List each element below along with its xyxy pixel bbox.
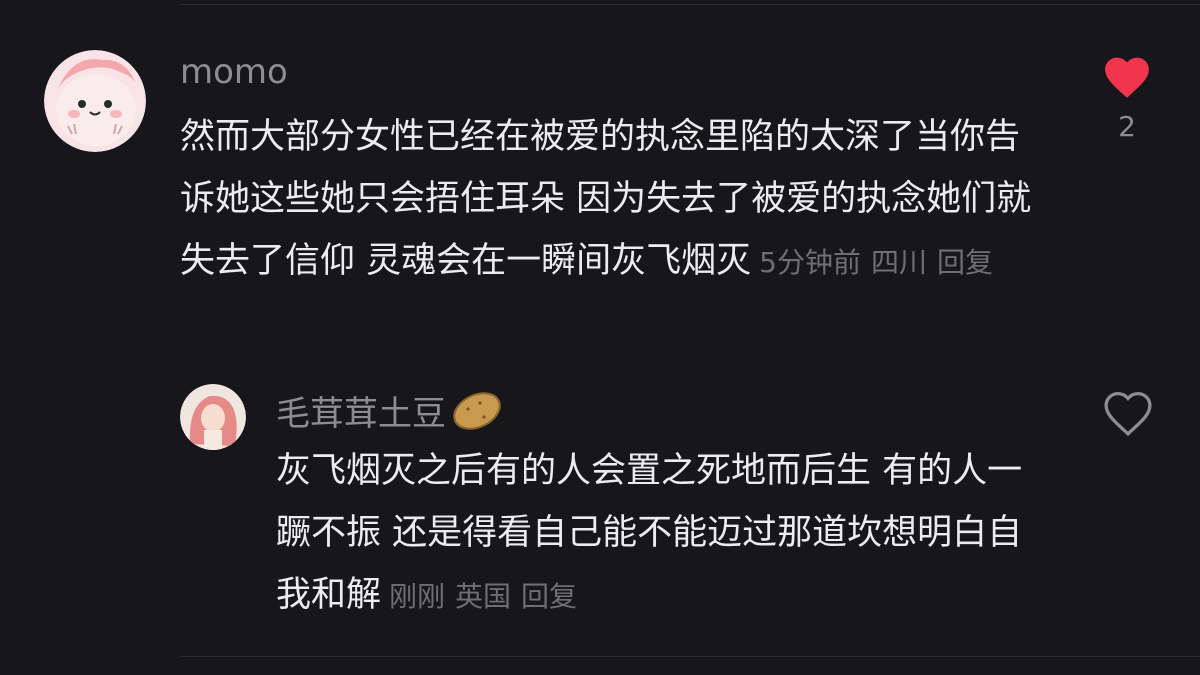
comment-text: 然而大部分女性已经在被爱的执念里陷的太深了当你告诉她这些她只会捂住耳朵 因为失去…	[180, 106, 1040, 294]
heart-outline-icon	[1104, 391, 1152, 437]
comment-location: 英国	[455, 580, 512, 613]
avatar-image	[44, 50, 146, 152]
comment-username[interactable]: 毛茸茸土豆	[276, 386, 446, 435]
comment-thread: momo 然而大部分女性已经在被爱的执念里陷的太深了当你告诉她这些她只会捂住耳朵…	[0, 0, 1200, 675]
like-button[interactable]: 2	[1098, 54, 1156, 143]
heart-filled-icon	[1105, 57, 1149, 98]
divider	[180, 656, 1200, 657]
comment-meta: 刚刚 英国 回复	[389, 580, 587, 613]
comment-text-content: 灰飞烟灭之后有的人会置之死地而后生 有的人一蹶不振 还是得看自己能不能迈过那道坎…	[276, 451, 1023, 615]
comment-time: 刚刚	[389, 580, 446, 613]
avatar[interactable]	[180, 384, 246, 450]
reply-button[interactable]: 回复	[521, 580, 577, 613]
comment-time: 5分钟前	[759, 246, 861, 279]
comment-location: 四川	[870, 246, 927, 279]
comment-username[interactable]: momo	[180, 52, 288, 92]
like-button[interactable]	[1102, 390, 1154, 440]
comment-meta: 5分钟前 四川 回复	[759, 246, 1003, 279]
comment-text: 灰飞烟灭之后有的人会置之死地而后生 有的人一蹶不振 还是得看自己能不能迈过那道坎…	[276, 440, 1046, 628]
divider	[180, 4, 1200, 5]
avatar[interactable]	[44, 50, 146, 152]
avatar-image	[180, 384, 246, 450]
potato-icon	[453, 391, 501, 430]
like-count: 2	[1118, 110, 1136, 143]
reply-username-row: 毛茸茸土豆	[276, 386, 504, 435]
reply-button[interactable]: 回复	[937, 246, 993, 279]
